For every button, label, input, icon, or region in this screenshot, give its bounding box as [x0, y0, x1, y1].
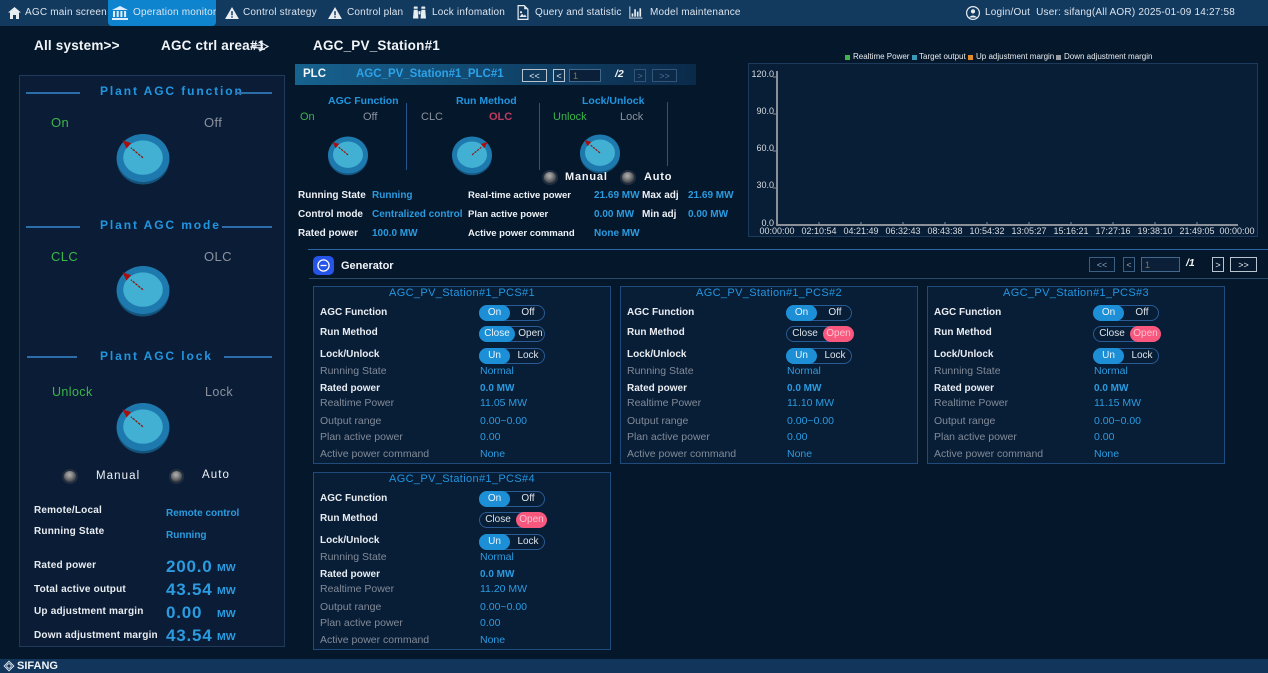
svg-text:02:10:54: 02:10:54 — [801, 226, 836, 236]
svg-text:15:16:21: 15:16:21 — [1053, 226, 1088, 236]
svg-text:120.0: 120.0 — [751, 69, 774, 79]
svg-text:17:27:16: 17:27:16 — [1095, 226, 1130, 236]
svg-text:13:05:27: 13:05:27 — [1011, 226, 1046, 236]
svg-text:21:49:05: 21:49:05 — [1179, 226, 1214, 236]
svg-text:00:00:00: 00:00:00 — [1219, 226, 1254, 236]
svg-text:60.0: 60.0 — [756, 143, 774, 153]
svg-text:19:38:10: 19:38:10 — [1137, 226, 1172, 236]
svg-text:06:32:43: 06:32:43 — [885, 226, 920, 236]
svg-text:00:00:00: 00:00:00 — [759, 226, 794, 236]
svg-text:10:54:32: 10:54:32 — [969, 226, 1004, 236]
svg-text:08:43:38: 08:43:38 — [927, 226, 962, 236]
svg-text:30.0: 30.0 — [756, 180, 774, 190]
svg-text:90.0: 90.0 — [756, 106, 774, 116]
svg-text:04:21:49: 04:21:49 — [843, 226, 878, 236]
